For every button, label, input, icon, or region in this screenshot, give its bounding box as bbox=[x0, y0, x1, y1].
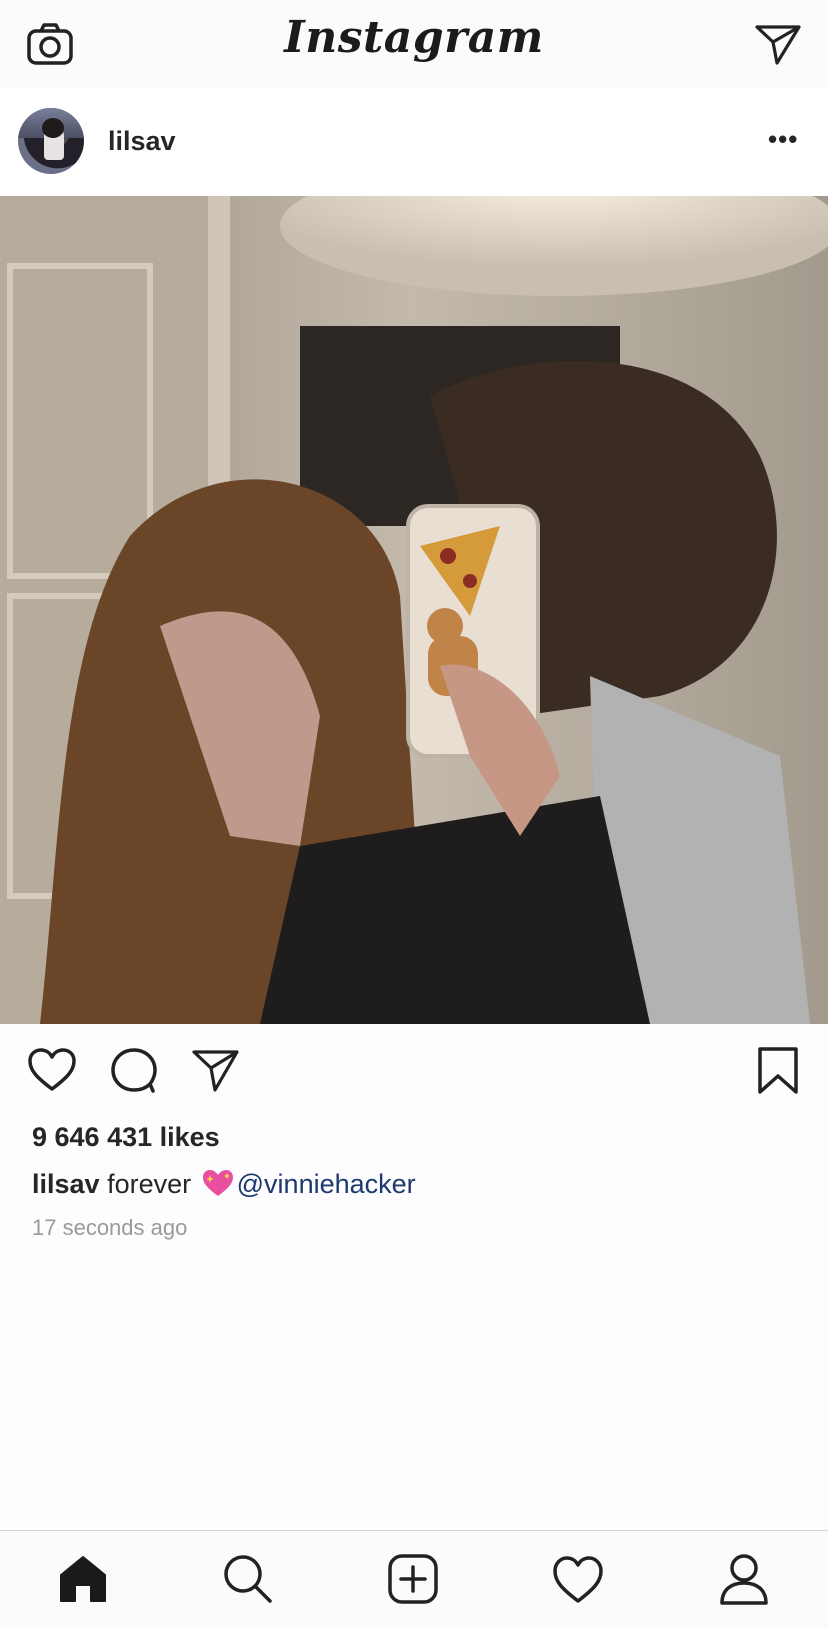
search-icon[interactable] bbox=[220, 1551, 276, 1607]
caption-text: forever bbox=[107, 1169, 192, 1199]
heart-icon[interactable] bbox=[26, 1046, 78, 1094]
bookmark-icon[interactable] bbox=[752, 1046, 804, 1094]
sparkling-heart-icon bbox=[202, 1170, 233, 1196]
top-bar: Instagram bbox=[0, 0, 828, 89]
comment-icon[interactable] bbox=[108, 1046, 160, 1094]
new-post-icon[interactable] bbox=[385, 1551, 441, 1607]
home-icon[interactable] bbox=[55, 1551, 111, 1607]
likes-count[interactable]: 9 646 431 likes bbox=[32, 1122, 220, 1153]
direct-message-icon[interactable] bbox=[754, 22, 802, 66]
post-caption: lilsav forever @vinniehacker bbox=[32, 1168, 416, 1200]
caption-username[interactable]: lilsav bbox=[32, 1169, 100, 1199]
post-photo[interactable] bbox=[0, 196, 828, 1024]
share-icon[interactable] bbox=[190, 1046, 242, 1094]
post-header: lilsav ••• bbox=[0, 88, 828, 196]
post-username[interactable]: lilsav bbox=[108, 126, 176, 157]
caption-mention[interactable]: @vinniehacker bbox=[237, 1169, 416, 1199]
app-logo: Instagram bbox=[284, 12, 544, 63]
bottom-tab-bar bbox=[0, 1530, 828, 1629]
more-options-icon[interactable]: ••• bbox=[768, 124, 798, 155]
post-actions bbox=[0, 1024, 828, 1110]
activity-icon[interactable] bbox=[550, 1551, 606, 1607]
profile-icon[interactable] bbox=[716, 1551, 772, 1607]
avatar[interactable] bbox=[18, 108, 84, 174]
post-timestamp: 17 seconds ago bbox=[32, 1215, 188, 1240]
